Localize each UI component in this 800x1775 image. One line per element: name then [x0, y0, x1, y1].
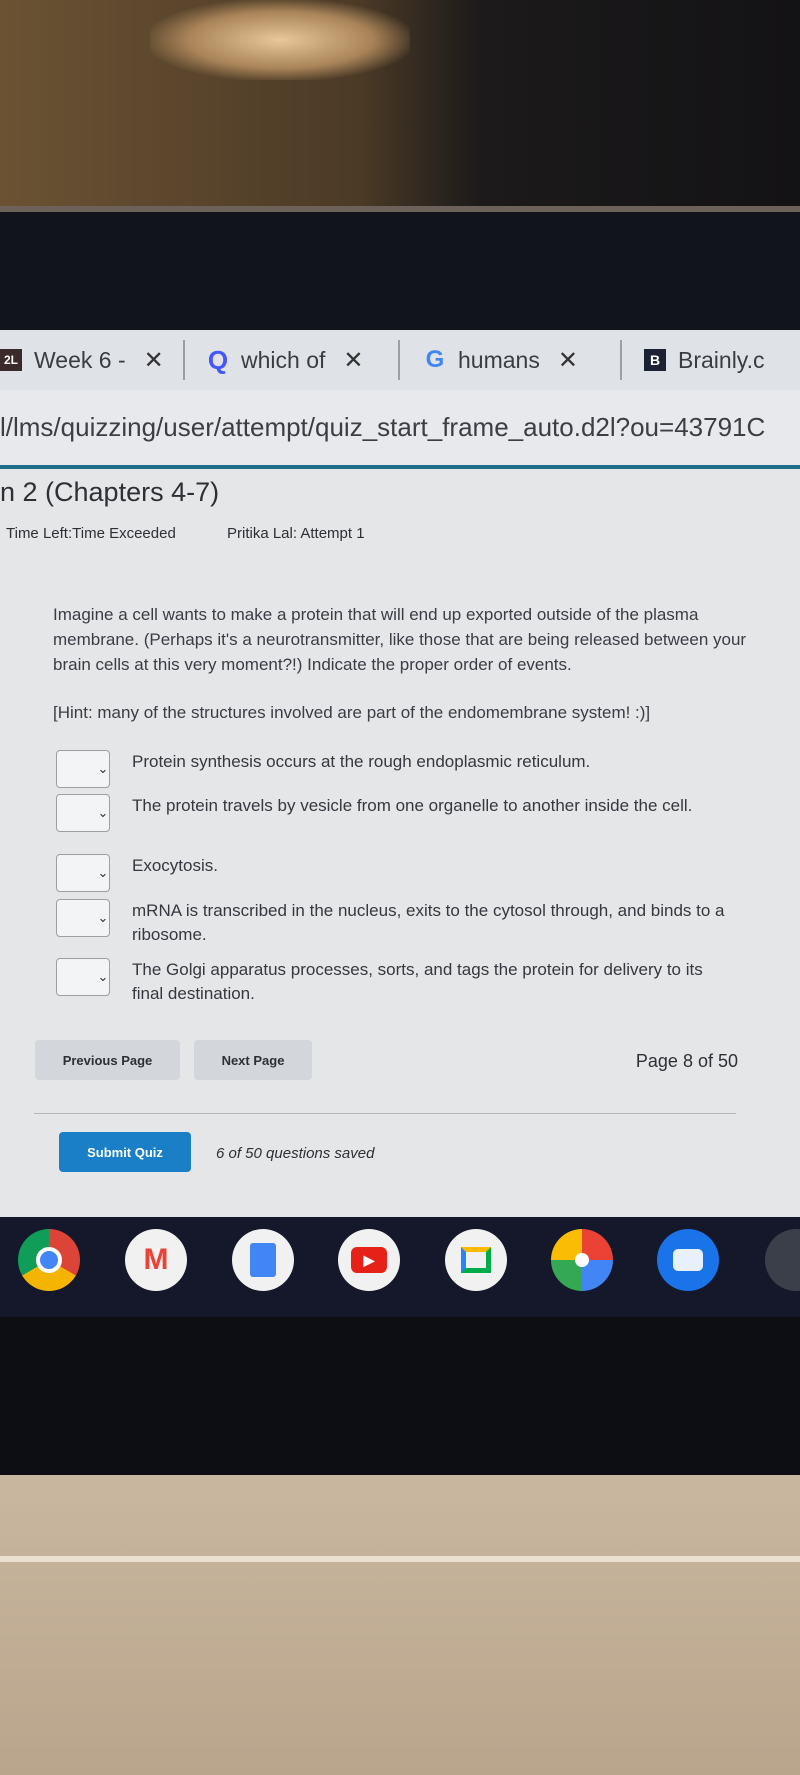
page-indicator: Page 8 of 50: [635, 1051, 738, 1071]
youtube-icon[interactable]: ▶: [338, 1229, 400, 1291]
files-icon[interactable]: [765, 1229, 800, 1291]
tab-label: which of: [241, 346, 326, 373]
laptop-edge: [0, 1556, 800, 1562]
order-select[interactable]: ⌄: [56, 750, 110, 788]
quiz-title: n 2 (Chapters 4-7): [0, 477, 220, 507]
order-select[interactable]: ⌄: [56, 958, 110, 996]
order-item: ⌄ Exocytosis.: [56, 854, 756, 892]
tab-bar: 2L Week 6 - ✕ Q which of ✕ G humans ✕ B …: [0, 330, 800, 390]
address-bar[interactable]: l/lms/quizzing/user/attempt/quiz_start_f…: [0, 390, 800, 466]
submit-quiz-button[interactable]: Submit Quiz: [59, 1132, 191, 1172]
chevron-down-icon: ⌄: [97, 805, 109, 820]
item-text: mRNA is transcribed in the nucleus, exit…: [132, 901, 725, 944]
item-text: The Golgi apparatus processes, sorts, an…: [132, 960, 703, 1003]
time-left: Time Left:Time Exceeded: [6, 525, 176, 542]
screen-bezel: [0, 212, 800, 330]
attempt-info: Pritika Lal: Attempt 1: [227, 525, 365, 542]
close-icon[interactable]: ✕: [558, 346, 578, 375]
url-text: l/lms/quizzing/user/attempt/quiz_start_f…: [0, 412, 766, 442]
gmail-icon[interactable]: M: [125, 1229, 187, 1291]
meet-icon[interactable]: [445, 1229, 507, 1291]
taskbar-shelf: M ▶: [0, 1217, 800, 1317]
order-item: ⌄ mRNA is transcribed in the nucleus, ex…: [56, 899, 756, 947]
hint-text: [Hint: many of the structures involved a…: [53, 703, 651, 722]
order-item: ⌄ The protein travels by vesicle from on…: [56, 794, 756, 832]
tab-label: Week 6 -: [34, 346, 126, 373]
quizlet-icon: Q: [207, 344, 229, 375]
tab-which-of[interactable]: Q which of ✕: [185, 340, 400, 380]
room-background: [0, 0, 800, 210]
close-icon[interactable]: ✕: [144, 346, 164, 375]
item-text: Exocytosis.: [132, 856, 218, 875]
screen-bezel-bottom: [0, 1317, 800, 1475]
previous-page-button[interactable]: Previous Page: [35, 1040, 180, 1080]
tab-label: Brainly.c: [678, 346, 765, 373]
item-text: The protein travels by vesicle from one …: [132, 796, 693, 815]
chrome-icon[interactable]: [18, 1229, 80, 1291]
tab-week6[interactable]: 2L Week 6 - ✕: [0, 340, 185, 380]
chevron-down-icon: ⌄: [97, 761, 109, 776]
saved-status: 6 of 50 questions saved: [216, 1145, 375, 1162]
docs-icon[interactable]: [232, 1229, 294, 1291]
chevron-down-icon: ⌄: [97, 910, 109, 925]
quiz-page: n 2 (Chapters 4-7) Time Left:Time Exceed…: [0, 469, 800, 1217]
order-item: ⌄ Protein synthesis occurs at the rough …: [56, 750, 756, 788]
messages-icon[interactable]: [657, 1229, 719, 1291]
google-icon: G: [425, 346, 445, 373]
order-select[interactable]: ⌄: [56, 854, 110, 892]
order-select[interactable]: ⌄: [56, 794, 110, 832]
chevron-down-icon: ⌄: [97, 969, 109, 984]
tab-brainly[interactable]: B Brainly.c: [622, 340, 775, 380]
item-text: Protein synthesis occurs at the rough en…: [132, 752, 591, 771]
divider: [34, 1113, 736, 1114]
close-icon[interactable]: ✕: [343, 346, 363, 375]
brainly-icon: B: [644, 349, 666, 371]
chevron-down-icon: ⌄: [97, 865, 109, 880]
laptop-body: [0, 1475, 800, 1775]
tab-label: humans: [458, 346, 540, 373]
question-text: Imagine a cell wants to make a protein t…: [53, 605, 747, 674]
tab-humans[interactable]: G humans ✕: [400, 340, 622, 380]
d2l-icon: 2L: [0, 349, 22, 371]
order-select[interactable]: ⌄: [56, 899, 110, 937]
lamp: [150, 0, 410, 80]
next-page-button[interactable]: Next Page: [194, 1040, 312, 1080]
photos-icon[interactable]: [551, 1229, 613, 1291]
order-item: ⌄ The Golgi apparatus processes, sorts, …: [56, 958, 756, 1006]
